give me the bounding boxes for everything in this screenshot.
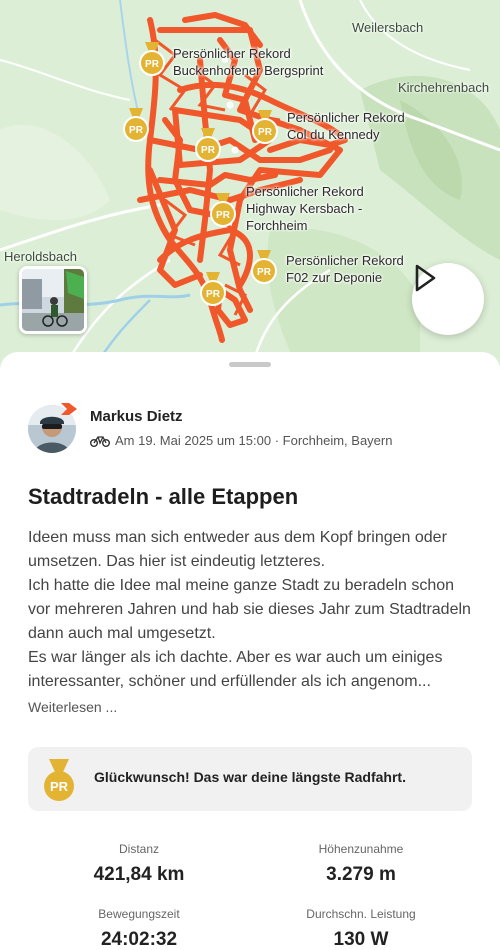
pr-badge-text: PR bbox=[257, 267, 272, 278]
bike-icon bbox=[90, 435, 110, 447]
stat-label: Höhenzunahme bbox=[318, 842, 404, 856]
description-paragraph: Ich hatte die Idee mal meine ganze Stadt… bbox=[28, 577, 471, 642]
pr-medal-text: PR bbox=[50, 779, 69, 794]
pr-label-f02-deponie[interactable]: Persönlicher Rekord F02 zur Deponie bbox=[286, 252, 404, 286]
stat-value: 24:02:32 bbox=[100, 929, 178, 950]
play-flyby-button[interactable] bbox=[412, 263, 484, 335]
pr-badge-text: PR bbox=[206, 289, 221, 300]
pr-badge-icon[interactable]: PR bbox=[199, 272, 227, 308]
pr-label-highway-kersbach[interactable]: Persönlicher Rekord Highway Kersbach - F… bbox=[246, 183, 364, 234]
pr-badge-text: PR bbox=[201, 145, 216, 156]
pr-badge-icon[interactable]: PR bbox=[138, 42, 166, 78]
activity-photo-thumbnail[interactable] bbox=[19, 266, 87, 334]
pr-label-line2: F02 zur Deponie bbox=[286, 270, 383, 285]
pr-label-line1: Persönlicher Rekord bbox=[173, 46, 291, 61]
pr-badge-text: PR bbox=[258, 127, 273, 138]
place-heroldsbach: Heroldsbach bbox=[4, 249, 77, 264]
activity-title: Stadtradeln - alle Etappen bbox=[28, 484, 299, 509]
pr-badge-icon[interactable]: PR bbox=[194, 128, 222, 164]
pr-label-line2: Highway Kersbach - bbox=[246, 201, 363, 216]
stat-label: Durchschn. Leistung bbox=[306, 907, 416, 921]
stat-value: 3.279 m bbox=[326, 864, 396, 885]
stat-moving-time: Bewegungszeit 24:02:32 bbox=[39, 907, 239, 950]
stat-elevation-gain: Höhenzunahme 3.279 m bbox=[261, 842, 461, 886]
athlete-name[interactable]: Markus Dietz bbox=[90, 408, 183, 425]
route-map[interactable]: Weilersbach Kirchehrenbach Heroldsbach P… bbox=[0, 0, 500, 375]
pr-label-col-du-kennedy[interactable]: Persönlicher Rekord Col du Kennedy bbox=[287, 109, 405, 143]
description-paragraph: Ideen muss man sich entweder aus dem Kop… bbox=[28, 529, 447, 570]
stat-value: 130 W bbox=[333, 929, 389, 950]
activity-date-location: Am 19. Mai 2025 um 15:00 · Forchheim, Ba… bbox=[115, 433, 393, 448]
pr-badge-text: PR bbox=[145, 59, 160, 70]
pr-label-bergsprint[interactable]: Persönlicher Rekord Buckenhofener Bergsp… bbox=[173, 45, 323, 79]
pr-badge-icon[interactable]: PR bbox=[251, 110, 279, 146]
stat-label: Bewegungszeit bbox=[98, 907, 180, 921]
achievement-text: Glückwunsch! Das war deine längste Radfa… bbox=[94, 769, 406, 785]
place-weilersbach: Weilersbach bbox=[352, 20, 424, 35]
pr-badge-icon[interactable]: PR bbox=[250, 250, 278, 286]
activity-description: Ideen muss man sich entweder aus dem Kop… bbox=[28, 526, 478, 694]
read-more-link[interactable]: Weiterlesen ... bbox=[28, 699, 117, 715]
achievement-banner[interactable]: PR Glückwunsch! Das war deine längste Ra… bbox=[28, 747, 472, 811]
place-kirchehrenbach: Kirchehrenbach bbox=[398, 80, 490, 95]
stat-label: Distanz bbox=[118, 842, 159, 856]
stat-value: 421,84 km bbox=[93, 864, 185, 885]
activity-meta: Am 19. Mai 2025 um 15:00 · Forchheim, Ba… bbox=[90, 433, 392, 448]
pr-label-line1: Persönlicher Rekord bbox=[287, 110, 405, 125]
pr-label-line1: Persönlicher Rekord bbox=[286, 253, 404, 268]
pr-badge-icon[interactable]: PR bbox=[209, 193, 237, 229]
pr-badge-text: PR bbox=[216, 210, 231, 221]
pr-badge-icon[interactable]: PR bbox=[122, 108, 150, 144]
subscriber-badge-icon bbox=[60, 402, 78, 416]
pr-medal-icon: PR bbox=[41, 759, 77, 803]
stat-avg-power: Durchschn. Leistung 130 W bbox=[261, 907, 461, 950]
pr-label-line1: Persönlicher Rekord bbox=[246, 184, 364, 199]
stat-distance: Distanz 421,84 km bbox=[39, 842, 239, 886]
play-icon bbox=[415, 264, 436, 292]
pr-label-line2: Col du Kennedy bbox=[287, 127, 380, 142]
pr-badge-text: PR bbox=[129, 125, 144, 136]
activity-sheet: Markus Dietz Am 19. Mai 2025 um 15:00 · … bbox=[0, 352, 500, 950]
description-paragraph: Es war länger als ich dachte. Aber es wa… bbox=[28, 649, 443, 690]
drag-handle[interactable] bbox=[229, 362, 271, 367]
pr-label-line3: Forchheim bbox=[246, 218, 308, 233]
pr-label-line2: Buckenhofener Bergsprint bbox=[173, 63, 324, 78]
